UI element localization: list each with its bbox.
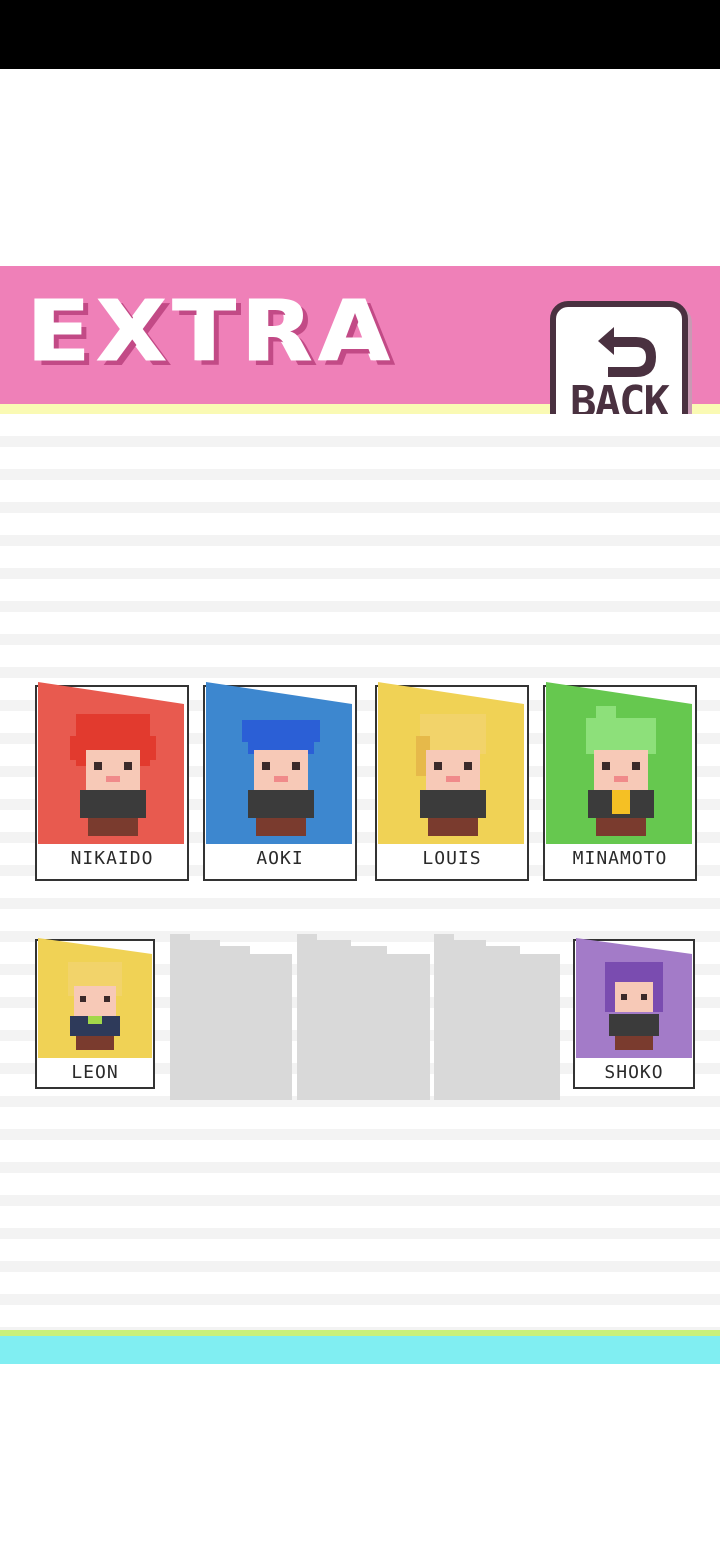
locked-slot	[170, 934, 292, 1100]
character-sprite	[605, 962, 663, 1050]
page-title: EXTRA	[28, 282, 397, 381]
character-card-leon[interactable]: LEON	[34, 934, 156, 1090]
back-arrow-icon	[598, 327, 656, 377]
character-sprite	[68, 962, 122, 1050]
footer-band	[0, 1336, 720, 1364]
character-name: MINAMOTO	[572, 848, 668, 869]
character-card-aoki[interactable]: AOKI	[202, 678, 358, 882]
character-name: LEON	[71, 1062, 119, 1083]
character-sprite	[70, 714, 156, 836]
status-bar	[0, 0, 720, 69]
character-sprite	[416, 714, 486, 836]
character-card-louis[interactable]: LOUIS	[374, 678, 530, 882]
character-sprite	[586, 706, 656, 836]
locked-slot	[297, 934, 430, 1100]
character-sprite	[242, 720, 320, 836]
character-name: SHOKO	[604, 1062, 664, 1083]
character-name: NIKAIDO	[70, 848, 154, 869]
character-name: AOKI	[256, 848, 304, 869]
character-card-nikaido[interactable]: NIKAIDO	[34, 678, 190, 882]
locked-slot	[434, 934, 560, 1100]
character-name: LOUIS	[422, 848, 482, 869]
character-card-minamoto[interactable]: MINAMOTO	[542, 678, 698, 882]
character-card-shoko[interactable]: SHOKO	[572, 934, 696, 1090]
